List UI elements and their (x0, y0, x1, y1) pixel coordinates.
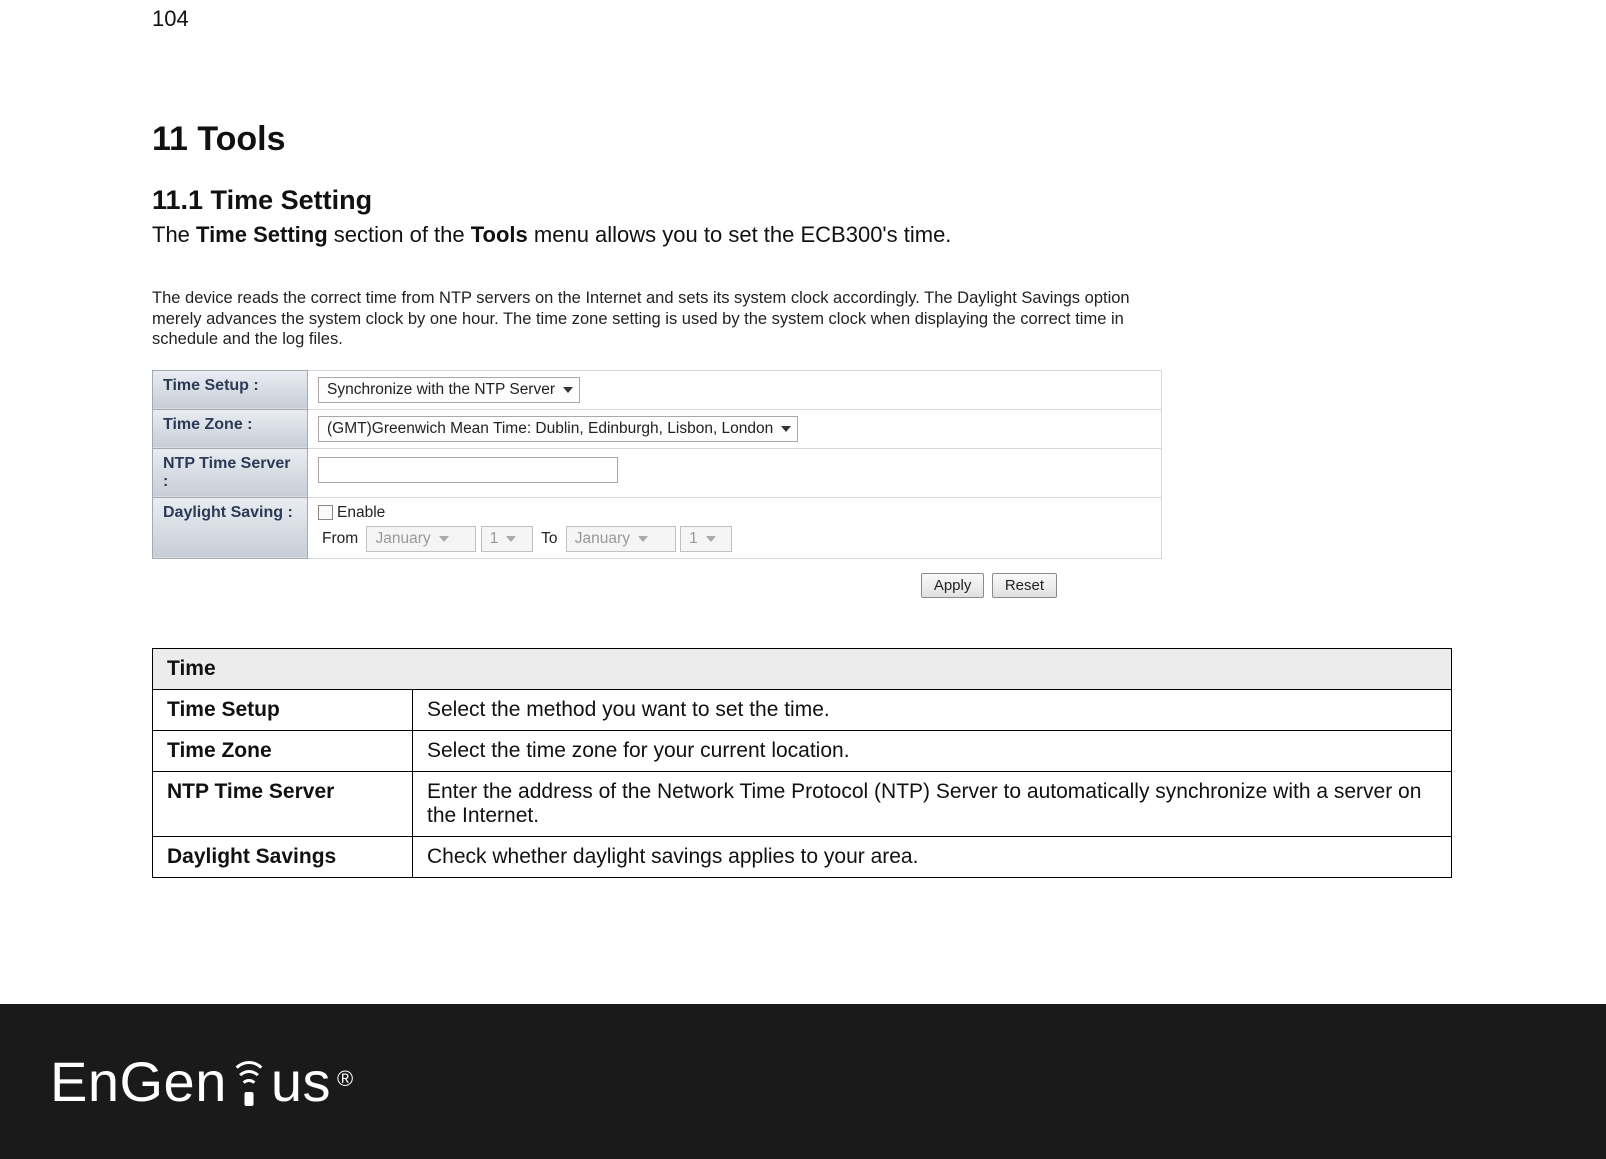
table-key: Time Setup (153, 689, 413, 730)
time-setup-value: Synchronize with the NTP Server (327, 381, 555, 399)
chevron-down-icon (638, 536, 648, 542)
intro-text: menu allows you to set the ECB300's time… (528, 222, 952, 247)
row-time-zone: Time Zone : (GMT)Greenwich Mean Time: Du… (153, 409, 1162, 448)
intro-text: section of the (328, 222, 471, 247)
table-header-row: Time (153, 648, 1452, 689)
chevron-down-icon (439, 536, 449, 542)
table-val: Check whether daylight savings applies t… (413, 836, 1452, 877)
row-ntp-server: NTP Time Server : (153, 448, 1162, 497)
table-key: Daylight Savings (153, 836, 413, 877)
time-description-table: Time Time Setup Select the method you wa… (152, 648, 1452, 878)
chevron-down-icon (506, 536, 516, 542)
intro-paragraph: The Time Setting section of the Tools me… (152, 222, 1452, 248)
daylight-enable-checkbox[interactable] (318, 505, 333, 520)
label-time-setup: Time Setup : (153, 370, 308, 409)
label-time-zone: Time Zone : (153, 409, 308, 448)
label-ntp-server: NTP Time Server : (153, 448, 308, 497)
daylight-enable-label: Enable (337, 504, 385, 521)
table-row: Daylight Savings Check whether daylight … (153, 836, 1452, 877)
to-day-select[interactable]: 1 (680, 526, 732, 552)
table-row: NTP Time Server Enter the address of the… (153, 771, 1452, 836)
table-header: Time (153, 648, 1452, 689)
heading-tools: 11 Tools (152, 120, 1452, 159)
ntp-server-input[interactable] (318, 457, 618, 483)
time-zone-value: (GMT)Greenwich Mean Time: Dublin, Edinbu… (327, 420, 773, 438)
intro-bold-2: Tools (471, 222, 528, 247)
settings-screenshot: The device reads the correct time from N… (152, 288, 1162, 598)
page-number: 104 (152, 6, 189, 32)
from-month-select[interactable]: January (366, 526, 476, 552)
chevron-down-icon (706, 536, 716, 542)
time-setup-select[interactable]: Synchronize with the NTP Server (318, 377, 580, 403)
from-day-select[interactable]: 1 (481, 526, 533, 552)
registered-mark: ® (337, 1066, 354, 1092)
from-day-value: 1 (490, 530, 499, 548)
table-val: Select the method you want to set the ti… (413, 689, 1452, 730)
table-val: Select the time zone for your current lo… (413, 730, 1452, 771)
wifi-icon (229, 1064, 269, 1114)
settings-description: The device reads the correct time from N… (152, 288, 1142, 350)
to-label: To (541, 530, 557, 547)
form-buttons: Apply Reset (152, 573, 1162, 598)
chevron-down-icon (781, 426, 791, 432)
table-row: Time Setup Select the method you want to… (153, 689, 1452, 730)
table-row: Time Zone Select the time zone for your … (153, 730, 1452, 771)
brand-left: EnGen (50, 1049, 227, 1114)
settings-form-table: Time Setup : Synchronize with the NTP Se… (152, 370, 1162, 559)
row-time-setup: Time Setup : Synchronize with the NTP Se… (153, 370, 1162, 409)
table-val: Enter the address of the Network Time Pr… (413, 771, 1452, 836)
table-key: Time Zone (153, 730, 413, 771)
heading-time-setting: 11.1 Time Setting (152, 185, 1452, 216)
footer: EnGen us® (0, 1004, 1606, 1159)
from-label: From (322, 530, 358, 547)
to-month-select[interactable]: January (566, 526, 676, 552)
brand-right: us (271, 1049, 331, 1114)
time-zone-select[interactable]: (GMT)Greenwich Mean Time: Dublin, Edinbu… (318, 416, 798, 442)
from-month-value: January (375, 530, 430, 548)
reset-button[interactable]: Reset (992, 573, 1057, 598)
table-key: NTP Time Server (153, 771, 413, 836)
main-content: 11 Tools 11.1 Time Setting The Time Sett… (152, 120, 1452, 878)
label-daylight-saving: Daylight Saving : (153, 497, 308, 558)
row-daylight-saving: Daylight Saving : Enable From January (153, 497, 1162, 558)
to-day-value: 1 (689, 530, 698, 548)
brand-logo: EnGen us® (50, 1049, 354, 1114)
intro-bold-1: Time Setting (196, 222, 328, 247)
intro-text: The (152, 222, 196, 247)
chevron-down-icon (563, 387, 573, 393)
apply-button[interactable]: Apply (921, 573, 985, 598)
to-month-value: January (575, 530, 630, 548)
